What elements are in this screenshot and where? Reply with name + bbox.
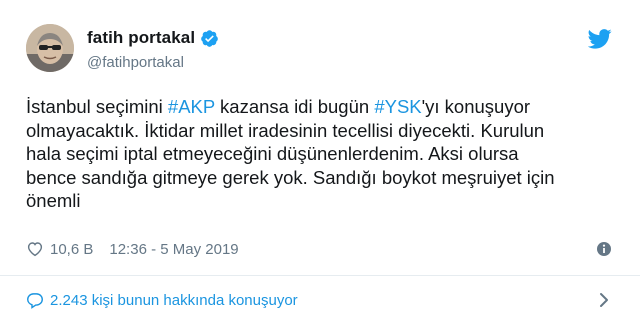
- comment-bubble-icon: [26, 291, 44, 309]
- author-name-row[interactable]: fatih portakal: [87, 28, 219, 48]
- tweet-text-segment: kazansa idi bugün: [214, 96, 375, 117]
- hashtag-link[interactable]: #YSK: [374, 96, 421, 117]
- twitter-bird-icon[interactable]: [587, 29, 612, 49]
- tweet-timestamp[interactable]: 12:36 - 5 May 2019: [109, 241, 238, 258]
- tweet-card: fatih portakal @fatihportakal İstanbul s…: [0, 0, 640, 324]
- likes-count[interactable]: 10,6 B: [50, 241, 93, 258]
- tweet-text-segment: bence sandığa gitmeye gerek yok. Sandığı…: [26, 166, 555, 188]
- tweet-text-segment: İstanbul seçimini: [26, 96, 168, 117]
- conversation-label[interactable]: 2.243 kişi bunun hakkında konuşuyor: [50, 292, 298, 309]
- tweet-text-line: bence sandığa gitmeye gerek yok. Sandığı…: [26, 166, 626, 190]
- avatar[interactable]: [26, 24, 74, 72]
- tweet-text: İstanbul seçimini #AKP kazansa idi bugün…: [26, 95, 626, 213]
- verified-badge-icon: [200, 29, 219, 48]
- tweet-text-segment: 'yı konuşuyor: [421, 96, 531, 117]
- author-display-name[interactable]: fatih portakal: [87, 28, 195, 48]
- heart-icon[interactable]: [26, 240, 44, 258]
- tweet-text-line: önemli: [26, 189, 626, 213]
- author-handle[interactable]: @fatihportakal: [87, 54, 184, 71]
- tweet-meta-row: 10,6 B 12:36 - 5 May 2019: [26, 238, 614, 260]
- hashtag-link[interactable]: #AKP: [168, 96, 215, 117]
- tweet-text-line: olmayacaktık. İktidar millet iradesinin …: [26, 119, 626, 143]
- divider: [0, 275, 640, 276]
- tweet-text-segment: olmayacaktık. İktidar millet iradesinin …: [26, 119, 545, 141]
- chevron-right-icon[interactable]: [598, 292, 610, 308]
- tweet-text-line: İstanbul seçimini #AKP kazansa idi bugün…: [26, 95, 626, 119]
- tweet-text-segment: hala seçimi iptal etmeyeceğini düşünenle…: [26, 143, 519, 164]
- conversation-link[interactable]: 2.243 kişi bunun hakkında konuşuyor: [26, 289, 614, 311]
- info-icon[interactable]: [596, 241, 612, 257]
- tweet-text-line: hala seçimi iptal etmeyeceğini düşünenle…: [26, 142, 626, 166]
- tweet-text-segment: önemli: [26, 190, 81, 211]
